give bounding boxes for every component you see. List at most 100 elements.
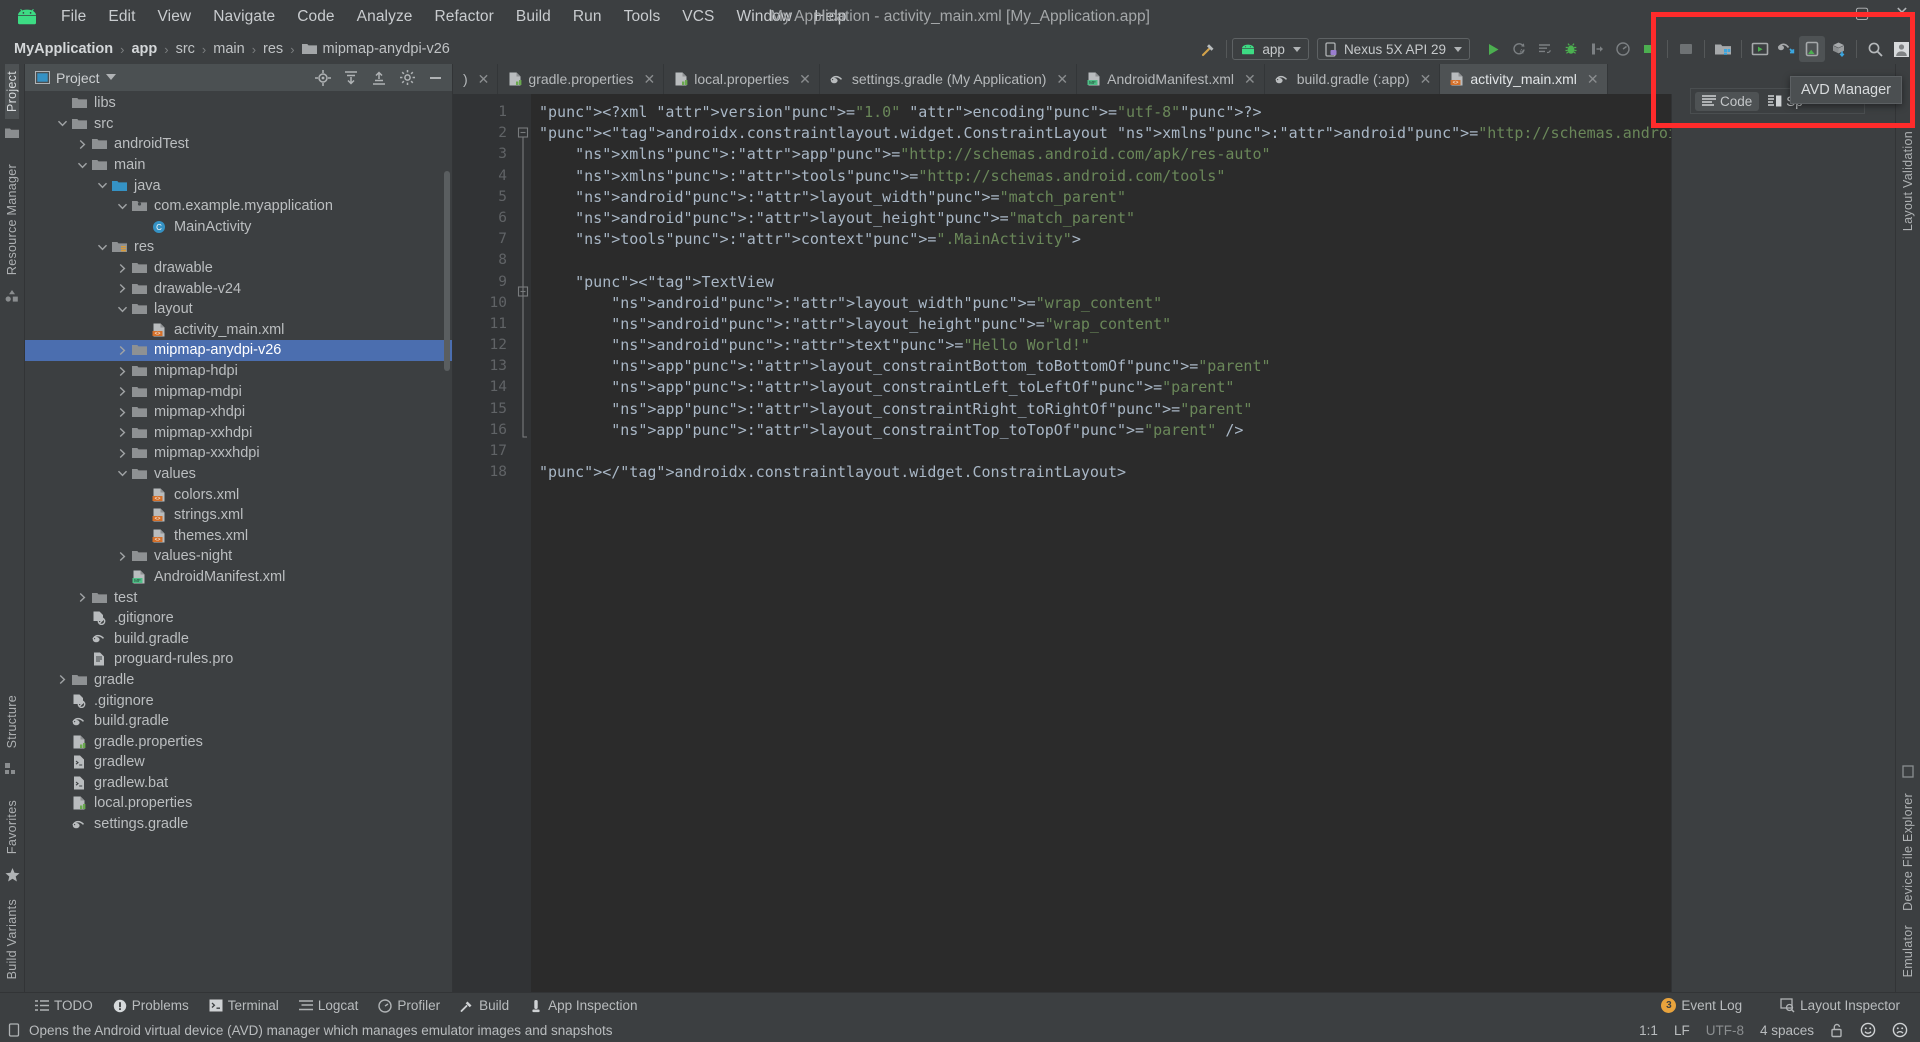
tree-node-main[interactable]: main <box>25 155 452 176</box>
editor-tab-local-properties[interactable]: local.properties ✕ <box>664 64 820 94</box>
apply-changes-icon[interactable] <box>1532 36 1558 62</box>
sidebar-item-structure[interactable]: Structure <box>5 688 19 755</box>
tree-node-strings-xml[interactable]: <> strings.xml <box>25 505 452 526</box>
event-log-button[interactable]: 3 Event Log <box>1651 995 1752 1016</box>
close-icon[interactable]: ✕ <box>1244 71 1256 88</box>
chevron-right-icon[interactable] <box>115 405 129 419</box>
project-tree-scrollbar[interactable] <box>444 171 450 371</box>
menu-analyze[interactable]: Analyze <box>346 5 424 29</box>
menu-window[interactable]: Window <box>725 5 803 29</box>
close-icon[interactable]: ✕ <box>643 71 655 88</box>
sidebar-item-layout-validation[interactable]: Layout Validation <box>1901 124 1915 238</box>
breadcrumb[interactable]: MyApplication › app › src › main › res › mipmap-an… <box>0 41 450 57</box>
close-icon[interactable]: ✕ <box>478 71 490 88</box>
breadcrumb-segment-2[interactable]: src <box>176 41 195 57</box>
line-separator[interactable]: LF <box>1674 1023 1690 1038</box>
happy-face-icon[interactable] <box>1860 1022 1876 1038</box>
tree-node-gradle[interactable]: gradle <box>25 670 452 691</box>
breadcrumb-segment-3[interactable]: main <box>213 41 244 57</box>
chevron-right-icon[interactable] <box>55 673 69 687</box>
avd-run-icon[interactable] <box>1747 36 1773 62</box>
file-encoding[interactable]: UTF-8 <box>1706 1023 1744 1038</box>
sidebar-item-build-variants[interactable]: Build Variants <box>5 892 19 986</box>
chevron-right-icon[interactable] <box>115 426 129 440</box>
sidebar-item-favorites[interactable]: Favorites <box>5 793 19 861</box>
editor-tab--[interactable]: ) ✕ <box>453 64 499 94</box>
gear-icon[interactable] <box>396 67 418 89</box>
indent-setting[interactable]: 4 spaces <box>1760 1023 1814 1038</box>
sidebar-item-emulator[interactable]: Emulator <box>1901 918 1915 984</box>
tree-node-mipmap-mdpi[interactable]: mipmap-mdpi <box>25 381 452 402</box>
tree-node-build-gradle[interactable]: build.gradle <box>25 628 452 649</box>
minimize-icon[interactable] <box>424 67 446 89</box>
device-explorer-small-icon[interactable] <box>1900 764 1916 780</box>
menu-run[interactable]: Run <box>562 5 613 29</box>
code-content[interactable]: "punc"><?xml "attr">version"punc">="1.0"… <box>531 94 1671 992</box>
code-view-button[interactable]: Code <box>1695 91 1760 111</box>
profiler-icon[interactable] <box>1610 36 1636 62</box>
breadcrumb-segment-0[interactable]: MyApplication <box>14 41 113 57</box>
chevron-right-icon[interactable] <box>115 446 129 460</box>
chevron-right-icon[interactable] <box>115 261 129 275</box>
tree-node-drawable-v24[interactable]: drawable-v24 <box>25 278 452 299</box>
chevron-right-icon[interactable] <box>115 282 129 296</box>
tree-node-colors-xml[interactable]: <> colors.xml <box>25 484 452 505</box>
tree-node-res[interactable]: res <box>25 237 452 258</box>
tree-node-mipmap-xxhdpi[interactable]: mipmap-xxhdpi <box>25 423 452 444</box>
tree-node-mipmap-hdpi[interactable]: mipmap-hdpi <box>25 361 452 382</box>
locate-target-icon[interactable] <box>312 67 334 89</box>
resource-shapes-icon[interactable] <box>4 288 20 304</box>
tree-node-proguard-rules-pro[interactable]: proguard-rules.pro <box>25 649 452 670</box>
hammer-icon[interactable] <box>1195 36 1221 62</box>
tool-window-app-inspection[interactable]: App Inspection <box>519 995 647 1016</box>
tree-node-mipmap-anydpi-v26[interactable]: mipmap-anydpi-v26 <box>25 340 452 361</box>
chevron-right-icon[interactable] <box>115 385 129 399</box>
sidebar-item-resource-manager[interactable]: Resource Manager <box>5 157 19 282</box>
menu-help[interactable]: Help <box>803 5 857 29</box>
tree-node-androidtest[interactable]: androidTest <box>25 134 452 155</box>
editor-tab-settings-gradle-my-application-[interactable]: settings.gradle (My Application) ✕ <box>820 64 1078 94</box>
close-icon[interactable]: ✕ <box>1056 71 1068 88</box>
chevron-right-icon[interactable] <box>115 364 129 378</box>
tree-node-values-night[interactable]: values-night <box>25 546 452 567</box>
menu-refactor[interactable]: Refactor <box>424 5 505 29</box>
menu-code[interactable]: Code <box>286 5 345 29</box>
attach-debugger-icon[interactable] <box>1584 36 1610 62</box>
tree-node-settings-gradle[interactable]: settings.gradle <box>25 814 452 835</box>
star-icon[interactable] <box>4 868 20 884</box>
tree-node-activity-main-xml[interactable]: <> activity_main.xml <box>25 320 452 341</box>
chevron-down-icon[interactable] <box>115 199 129 213</box>
tree-node-test[interactable]: test <box>25 587 452 608</box>
tree-node--gitignore[interactable]: .gitignore <box>25 690 452 711</box>
tree-node-themes-xml[interactable]: <> themes.xml <box>25 525 452 546</box>
close-icon[interactable]: ✕ <box>799 71 811 88</box>
device-file-explorer-icon[interactable] <box>1825 36 1851 62</box>
structure-icon[interactable] <box>4 761 20 777</box>
chevron-down-icon[interactable] <box>95 179 109 193</box>
layout-capture-icon[interactable] <box>1673 36 1699 62</box>
collapse-all-icon[interactable] <box>368 67 390 89</box>
sidebar-item-project[interactable]: Project <box>5 64 19 120</box>
editor-tab-build-gradle-app-[interactable]: build.gradle (:app) ✕ <box>1265 64 1441 94</box>
tree-node-gradlew[interactable]: gradlew <box>25 752 452 773</box>
expand-all-icon[interactable] <box>340 67 362 89</box>
tree-node-build-gradle[interactable]: build.gradle <box>25 711 452 732</box>
tree-node-gradlew-bat[interactable]: gradlew.bat <box>25 773 452 794</box>
avd-manager-icon[interactable] <box>1799 36 1825 62</box>
user-avatar-icon[interactable] <box>1888 36 1914 62</box>
chevron-right-icon[interactable] <box>115 343 129 357</box>
editor-tab-activity-main-xml[interactable]: <> activity_main.xml ✕ <box>1440 64 1608 94</box>
tool-window-profiler[interactable]: Profiler <box>368 995 450 1016</box>
stop-icon[interactable] <box>1636 36 1662 62</box>
menu-vcs[interactable]: VCS <box>671 5 725 29</box>
tree-node-local-properties[interactable]: local.properties <box>25 793 452 814</box>
project-tree[interactable]: libs src androidTest main java com.example.my… <box>25 91 452 992</box>
sad-face-icon[interactable] <box>1892 1022 1908 1038</box>
layout-inspector-button[interactable]: Layout Inspector <box>1770 995 1910 1016</box>
tree-node--gitignore[interactable]: .gitignore <box>25 608 452 629</box>
debug-bug-icon[interactable] <box>1558 36 1584 62</box>
breadcrumb-segment-4[interactable]: res <box>263 41 283 57</box>
fold-gutter[interactable] <box>515 94 531 992</box>
menu-tools[interactable]: Tools <box>613 5 672 29</box>
close-button[interactable]: ✕ <box>1892 4 1912 24</box>
